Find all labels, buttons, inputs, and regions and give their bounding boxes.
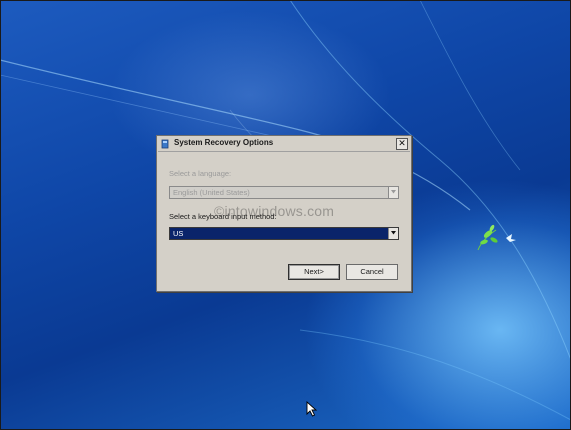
close-icon: ✕	[398, 138, 406, 148]
tree-leaves-icon	[477, 224, 516, 251]
language-dropdown-arrow	[388, 187, 398, 198]
dialog-title: System Recovery Options	[174, 138, 274, 147]
cancel-button[interactable]: Cancel	[346, 264, 398, 280]
language-dropdown: English (United States)	[169, 186, 399, 199]
chevron-down-icon	[391, 231, 396, 235]
close-button[interactable]: ✕	[396, 138, 408, 150]
keyboard-dropdown-value: US	[173, 229, 184, 238]
chevron-down-icon	[391, 190, 396, 194]
watermark-text: ©intowindows.com	[214, 203, 335, 219]
mouse-cursor-icon	[306, 401, 318, 417]
keyboard-dropdown[interactable]: US	[169, 227, 399, 240]
language-label: Select a language:	[169, 169, 232, 178]
recovery-app-icon	[161, 139, 169, 149]
keyboard-dropdown-arrow[interactable]	[388, 228, 398, 239]
language-dropdown-value: English (United States)	[173, 188, 250, 197]
dialog-titlebar[interactable]: System Recovery Options ✕	[158, 137, 410, 152]
next-button[interactable]: Next>	[288, 264, 340, 280]
